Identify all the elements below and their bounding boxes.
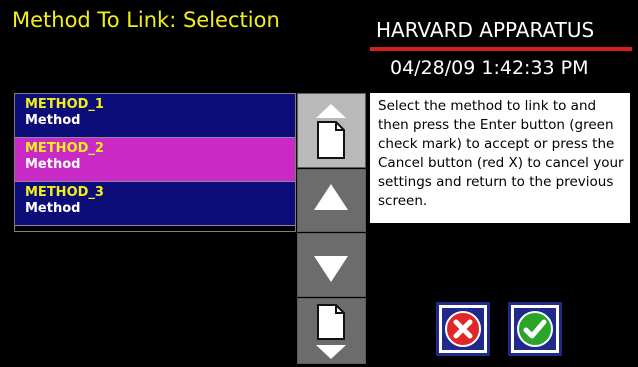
list-item-selected[interactable]: METHOD_2 Method (15, 138, 295, 182)
brand-underline (370, 47, 632, 51)
arrow-down-icon (314, 256, 348, 282)
scroll-controls (297, 93, 366, 364)
green-check-icon (517, 311, 553, 347)
method-name: METHOD_2 (25, 141, 104, 156)
scroll-down-button[interactable] (297, 233, 366, 297)
method-name: METHOD_1 (25, 97, 104, 112)
date-time: 04/28/09 1:42:33 PM (390, 57, 589, 79)
method-name: METHOD_3 (25, 185, 104, 200)
method-type: Method (25, 201, 81, 216)
page-title: Method To Link: Selection (12, 8, 280, 32)
cancel-button[interactable] (436, 302, 490, 356)
list-item[interactable]: METHOD_1 Method (15, 94, 295, 138)
page-up-button[interactable] (297, 93, 366, 168)
list-item[interactable]: METHOD_3 Method (15, 182, 295, 226)
page-down-icon (316, 304, 346, 359)
method-type: Method (25, 157, 81, 172)
page-down-button[interactable] (297, 298, 366, 364)
enter-button[interactable] (508, 302, 562, 356)
method-list: METHOD_1 Method METHOD_2 Method METHOD_3… (14, 93, 296, 232)
instructions-panel: Select the method to link to and then pr… (370, 93, 630, 223)
method-type: Method (25, 113, 81, 128)
page-up-icon (316, 104, 346, 159)
instructions-text: Select the method to link to and then pr… (378, 98, 624, 209)
brand-name: HARVARD APPARATUS (376, 18, 595, 42)
red-x-icon (445, 311, 481, 347)
scroll-up-button[interactable] (297, 169, 366, 232)
arrow-up-icon (314, 184, 348, 210)
